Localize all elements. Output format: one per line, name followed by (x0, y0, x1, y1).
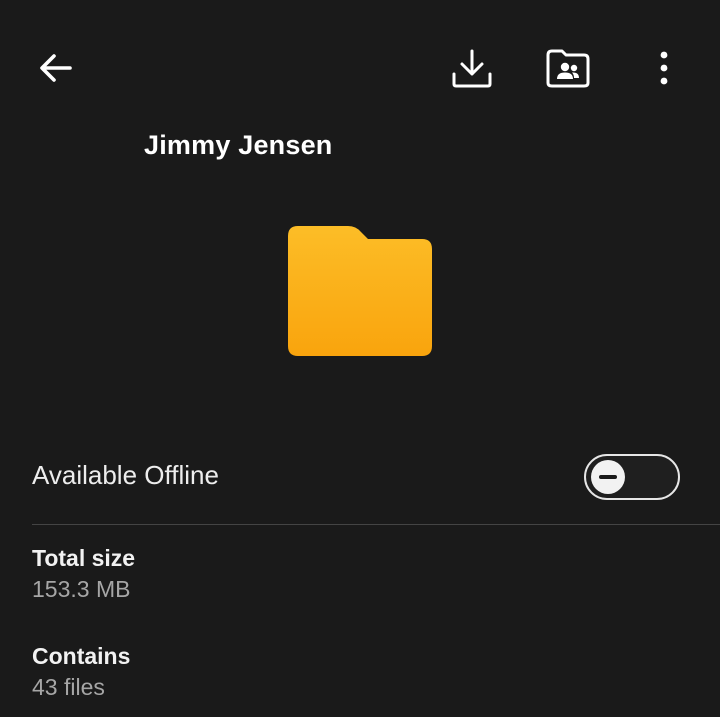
shared-folder-button[interactable] (536, 36, 600, 100)
available-offline-row[interactable]: Available Offline (0, 440, 720, 516)
more-vertical-icon (660, 51, 668, 85)
folder-details-screen: Jimmy Jensen Available Offline Total siz… (0, 0, 720, 717)
arrow-left-icon (40, 54, 72, 82)
folder-title: Jimmy Jensen (144, 130, 333, 160)
minus-icon (599, 475, 617, 479)
total-size-value: 153.3 MB (32, 576, 131, 602)
contains-label: Contains (32, 643, 131, 669)
download-button[interactable] (440, 36, 504, 100)
download-icon (452, 49, 492, 88)
divider (32, 524, 720, 525)
folder-icon (286, 224, 434, 358)
available-offline-label: Available Offline (32, 460, 219, 490)
contains-section: Contains 43 files (32, 642, 130, 702)
total-size-label: Total size (32, 545, 136, 571)
toggle-off-knob (591, 460, 625, 494)
top-toolbar (0, 0, 720, 120)
more-options-button[interactable] (632, 36, 696, 100)
available-offline-toggle[interactable] (584, 454, 680, 500)
back-button[interactable] (24, 36, 88, 100)
total-size-section: Total size 153.3 MB (32, 544, 135, 604)
shared-folder-icon (546, 49, 590, 88)
contains-value: 43 files (32, 674, 105, 700)
